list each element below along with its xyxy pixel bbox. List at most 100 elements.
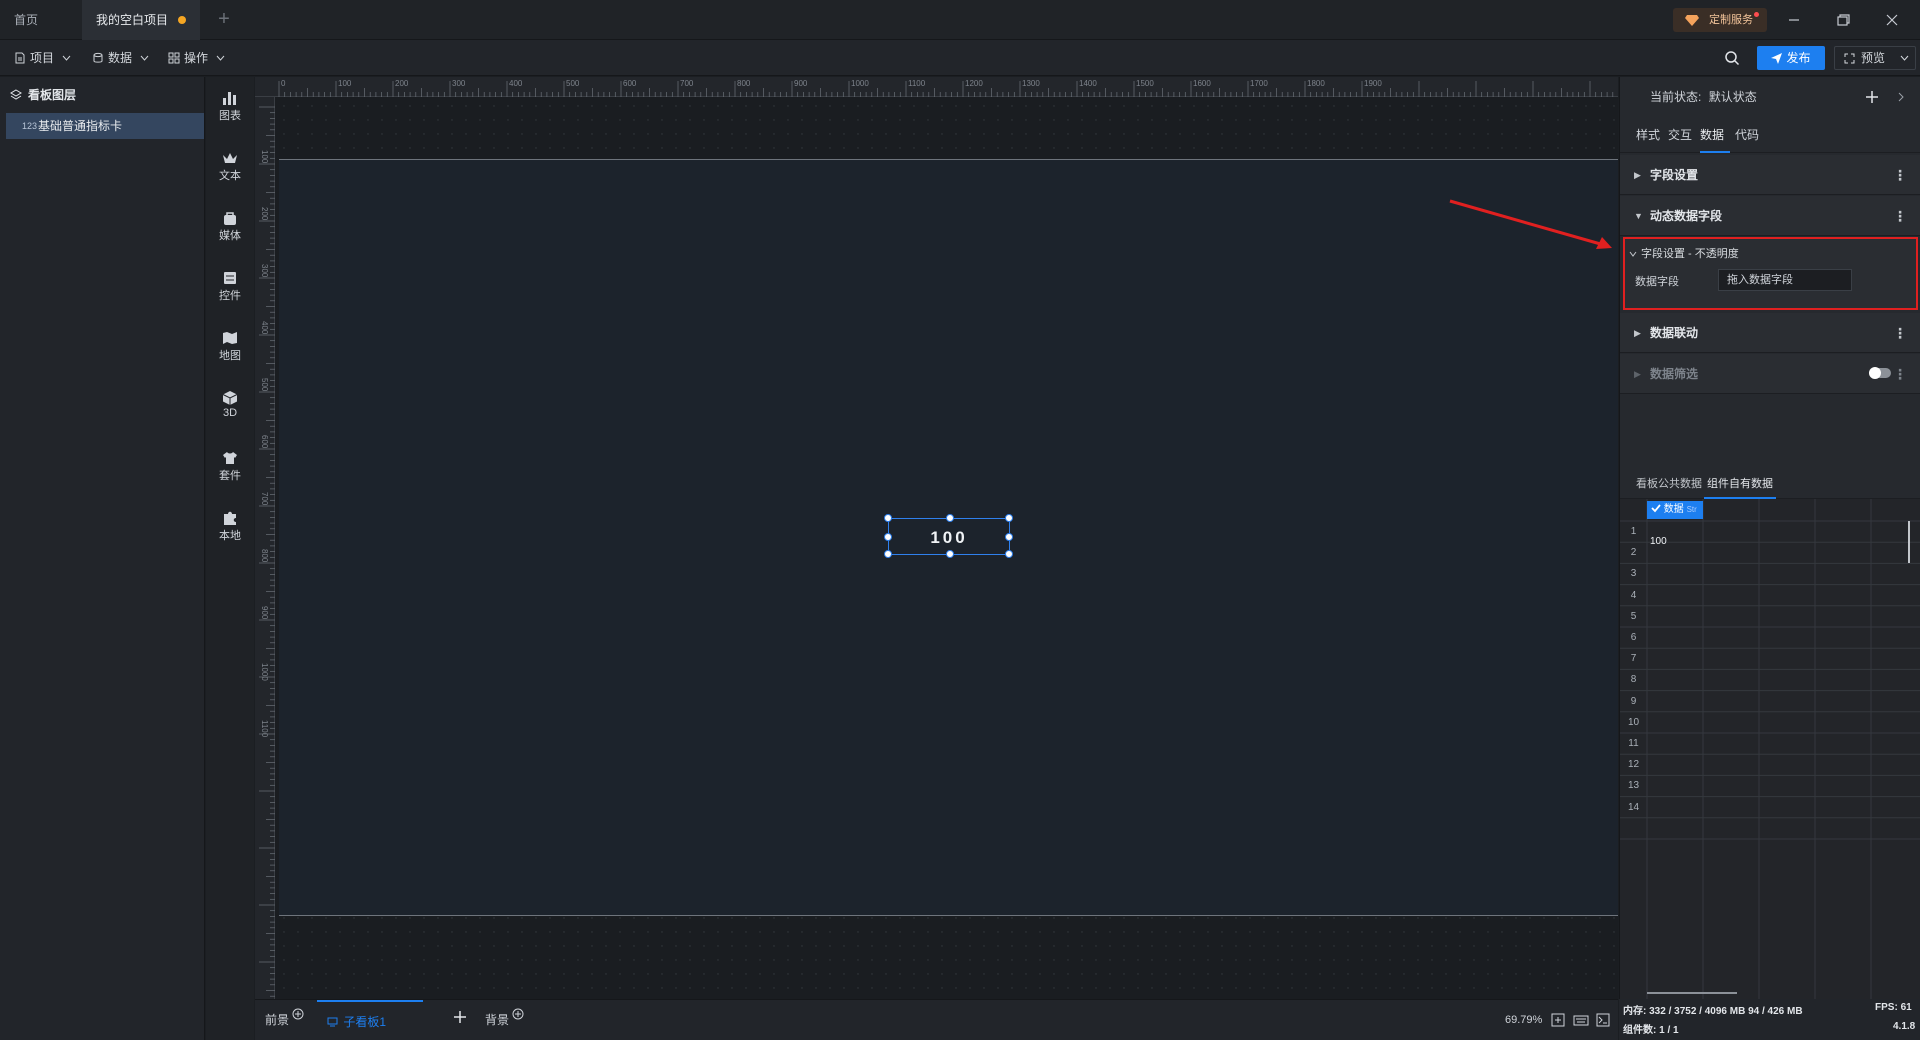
grid-column-header[interactable]: 数据 Str xyxy=(1647,501,1703,519)
more-icon[interactable]: ⋮ xyxy=(1893,354,1907,394)
tab-data[interactable]: 数据 xyxy=(1700,117,1730,153)
data-source-tabs: 看板公共数据 组件自有数据 xyxy=(1620,469,1920,499)
highlight-box: 字段设置 - 不透明度 数据字段 拖入数据字段 xyxy=(1623,237,1918,310)
chevron-right-icon[interactable] xyxy=(1898,92,1904,102)
state-value[interactable]: 默认状态 xyxy=(1709,90,1757,104)
section-data-linkage[interactable]: ▶ 数据联动 ⋮ xyxy=(1620,313,1920,353)
ruler-label: 1300 xyxy=(1022,79,1040,88)
section-dynamic-fields[interactable]: ▼ 动态数据字段 ⋮ xyxy=(1620,196,1920,236)
iconbar-3d[interactable]: 3D xyxy=(206,385,254,435)
terminal-icon[interactable] xyxy=(1596,1013,1610,1027)
add-circle-icon[interactable] xyxy=(512,1008,524,1020)
ruler-label: 1100 xyxy=(260,720,269,738)
resize-handle-s[interactable] xyxy=(946,550,954,558)
data-field-label: 数据字段 xyxy=(1635,276,1679,288)
resize-handle-n[interactable] xyxy=(946,514,954,522)
tab-style[interactable]: 样式 xyxy=(1636,117,1660,153)
more-icon[interactable]: ⋮ xyxy=(1893,313,1907,353)
zoom-level[interactable]: 69.79% xyxy=(1505,1000,1542,1040)
iconbar-media[interactable]: 媒体 xyxy=(206,205,254,255)
chevron-down-icon xyxy=(1900,55,1909,61)
layers-panel: 看板图层 123 基础普通指标卡 xyxy=(0,77,205,1040)
resize-handle-e[interactable] xyxy=(1005,533,1013,541)
tab-project[interactable]: 我的空白项目 xyxy=(82,0,200,40)
publish-button[interactable]: 发布 xyxy=(1757,46,1825,70)
menu-project[interactable]: 项目 xyxy=(14,40,71,76)
data-field-dropzone[interactable]: 拖入数据字段 xyxy=(1718,269,1852,291)
tab-home[interactable]: 首页 xyxy=(0,0,70,40)
resize-handle-sw[interactable] xyxy=(884,550,892,558)
search-icon[interactable] xyxy=(1724,50,1740,66)
ruler-label: 700 xyxy=(260,492,269,506)
iconbar-kit[interactable]: 套件 xyxy=(206,445,254,495)
keyboard-icon[interactable] xyxy=(1573,1013,1589,1027)
menu-data[interactable]: 数据 xyxy=(92,40,149,76)
add-state-button[interactable] xyxy=(1865,90,1879,104)
crown-text-icon xyxy=(223,153,237,163)
tab-interaction[interactable]: 交互 xyxy=(1668,117,1692,153)
add-tab-button[interactable]: + xyxy=(212,8,236,32)
preview-button[interactable]: 预览 xyxy=(1834,46,1916,70)
ruler-label: 500 xyxy=(566,79,580,88)
ruler-label: 1500 xyxy=(1136,79,1154,88)
iconbar-chart[interactable]: 图表 xyxy=(206,85,254,135)
subboard-tab[interactable]: 子看板1 xyxy=(317,1000,423,1040)
ruler-label: 1100 xyxy=(908,79,926,88)
grid-row-number: 9 xyxy=(1630,695,1637,707)
field-opacity-header[interactable]: 字段设置 - 不透明度 xyxy=(1629,245,1739,263)
preview-label: 预览 xyxy=(1861,51,1886,65)
resize-handle-se[interactable] xyxy=(1005,550,1013,558)
close-button[interactable] xyxy=(1878,8,1906,32)
section-data-filter[interactable]: ▶ 数据筛选 ⋮ xyxy=(1620,354,1920,394)
grid-row-number: 5 xyxy=(1630,610,1637,622)
restore-button[interactable] xyxy=(1829,8,1857,32)
ruler-label: 900 xyxy=(794,79,808,88)
more-icon[interactable]: ⋮ xyxy=(1893,196,1907,236)
tab-board-data[interactable]: 看板公共数据 xyxy=(1636,469,1702,499)
add-board-button[interactable] xyxy=(453,1010,467,1024)
tab-own-data[interactable]: 组件自有数据 xyxy=(1704,469,1776,499)
iconbar-local[interactable]: 本地 xyxy=(206,505,254,555)
filter-toggle[interactable] xyxy=(1869,367,1891,379)
ruler-label: 500 xyxy=(260,378,269,392)
add-circle-icon[interactable] xyxy=(292,1008,304,1020)
media-bag-icon xyxy=(224,212,236,225)
iconbar-control[interactable]: 控件 xyxy=(206,265,254,315)
grid-row-number: 11 xyxy=(1628,738,1639,749)
layers-icon xyxy=(10,89,22,100)
minimize-button[interactable] xyxy=(1780,8,1808,32)
number-card-widget[interactable]: 100 xyxy=(884,514,1013,558)
background-tab[interactable]: 背景 xyxy=(485,1000,524,1040)
layer-item[interactable]: 123 基础普通指标卡 xyxy=(6,113,204,139)
iconbar-text[interactable]: 文本 xyxy=(206,145,254,195)
grid-cell[interactable]: 100 xyxy=(1647,531,1667,552)
fit-screen-icon[interactable] xyxy=(1551,1013,1565,1027)
ruler-label: 1900 xyxy=(1364,79,1382,88)
chevron-down-icon xyxy=(140,55,149,61)
puzzle-icon xyxy=(224,511,236,525)
subboard-label: 子看板1 xyxy=(343,1015,387,1029)
cube-icon xyxy=(222,391,238,405)
more-icon[interactable]: ⋮ xyxy=(1893,155,1907,195)
menu-operation[interactable]: 操作 xyxy=(168,40,225,76)
custom-service-button[interactable]: 定制服务 xyxy=(1673,8,1767,32)
ruler-label: 600 xyxy=(623,79,637,88)
ruler-label: 100 xyxy=(260,150,269,164)
ruler-label: 400 xyxy=(509,79,523,88)
grid-scrollbar-h[interactable] xyxy=(1647,992,1737,994)
resize-handle-ne[interactable] xyxy=(1005,514,1013,522)
data-grid[interactable]: 数据 Str 1 2 3 4 5 6 7 8 9 10 11 12 13 14 100 xyxy=(1620,499,1920,999)
component-iconbar: 图表 文本 媒体 控件 地图 3D 套件 本地 xyxy=(206,77,254,1040)
tab-code[interactable]: 代码 xyxy=(1735,117,1759,153)
vertical-ruler: 100 200 300 400 500 600 700 800 900 1000 1100 xyxy=(255,97,275,999)
resize-handle-w[interactable] xyxy=(884,533,892,541)
iconbar-map[interactable]: 地图 xyxy=(206,325,254,375)
foreground-tab[interactable]: 前景 xyxy=(265,1000,304,1040)
grid-scrollbar-v[interactable] xyxy=(1908,521,1910,563)
resize-handle-nw[interactable] xyxy=(884,514,892,522)
chevron-down-icon xyxy=(1629,251,1637,257)
section-field-settings[interactable]: ▶ 字段设置 ⋮ xyxy=(1620,155,1920,195)
iconbar-chart-label: 图表 xyxy=(219,110,241,122)
background-label: 背景 xyxy=(485,1013,510,1027)
grid-row-number: 3 xyxy=(1630,568,1637,580)
